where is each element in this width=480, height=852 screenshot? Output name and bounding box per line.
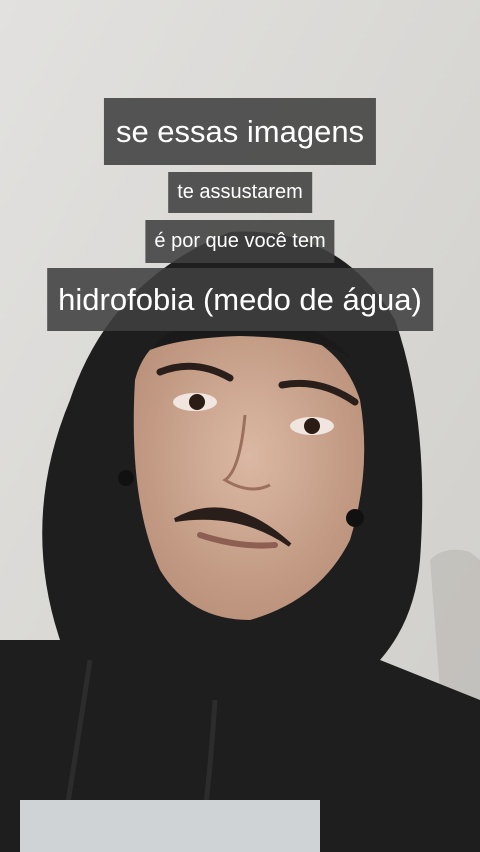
left-earring — [118, 470, 134, 486]
caption-line-3: é por que você tem — [145, 220, 335, 263]
shirt-print — [20, 800, 320, 852]
caption-line-4: hidrofobia (medo de água) — [47, 268, 433, 331]
caption-line-2: te assustarem — [168, 172, 312, 213]
caption-line-1: se essas imagens — [103, 98, 377, 165]
left-iris — [189, 394, 205, 410]
right-earring — [346, 509, 364, 527]
right-iris — [304, 418, 320, 434]
